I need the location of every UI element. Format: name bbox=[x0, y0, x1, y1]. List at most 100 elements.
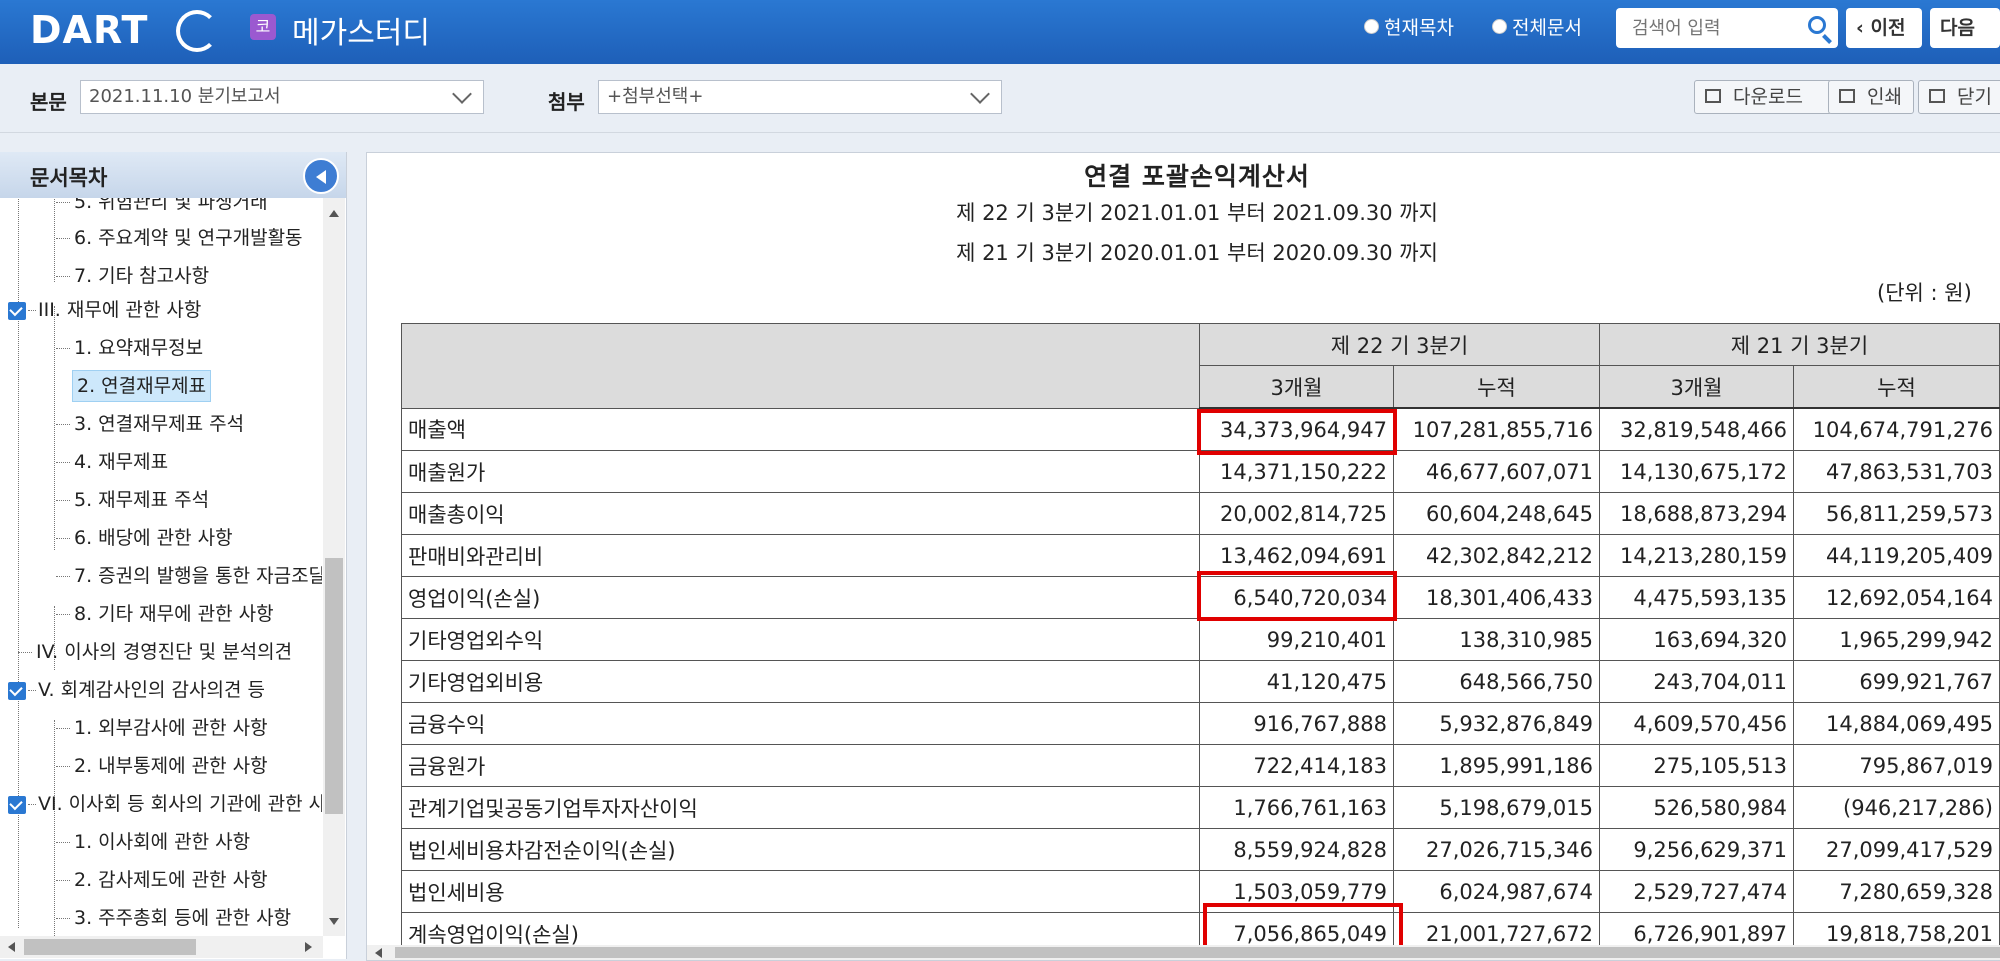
amount-cell: 9,256,629,371 bbox=[1599, 828, 1794, 871]
header-cum: 누적 bbox=[1793, 365, 2000, 409]
amount-cell: 4,609,570,456 bbox=[1599, 702, 1794, 745]
toc-item[interactable]: 6. 배당에 관한 사항 bbox=[56, 522, 233, 554]
toc-item[interactable]: 7. 기타 참고사항 bbox=[56, 260, 209, 292]
radio-all-docs[interactable]: 전체문서 bbox=[1492, 12, 1582, 40]
amount-cell: 916,767,888 bbox=[1199, 702, 1394, 745]
download-icon bbox=[1705, 89, 1721, 103]
scroll-thumb[interactable] bbox=[24, 939, 196, 955]
toc-section-v[interactable]: V. 회계감사인의 감사의견 등 bbox=[28, 674, 265, 706]
attach-select[interactable]: +첨부선택+ bbox=[598, 80, 1002, 114]
document-horizontal-scrollbar[interactable] bbox=[367, 945, 2000, 960]
next-button[interactable]: 다음 bbox=[1930, 8, 2000, 48]
toc-item[interactable]: 2. 감사제도에 관한 사항 bbox=[56, 864, 268, 896]
toc-item[interactable]: 6. 주요계약 및 연구개발활동 bbox=[56, 222, 303, 254]
toc-item[interactable]: 3. 주주총회 등에 관한 사항 bbox=[56, 902, 291, 934]
row-label: 매출총이익 bbox=[401, 492, 1200, 535]
amount-cell: 526,580,984 bbox=[1599, 786, 1794, 829]
radio-current-toc[interactable]: 현재목차 bbox=[1364, 12, 1454, 40]
amount-cell: 104,674,791,276 bbox=[1793, 407, 2000, 451]
toc-section-vi[interactable]: VI. 이사회 등 회사의 기관에 관한 사항 bbox=[28, 788, 322, 820]
amount-cell: 8,559,924,828 bbox=[1199, 828, 1394, 871]
printer-icon bbox=[1839, 89, 1855, 103]
logo-swirl-icon bbox=[176, 10, 218, 52]
tree-line bbox=[54, 306, 55, 550]
row-label: 판매비와관리비 bbox=[401, 534, 1200, 577]
highlight-box bbox=[1197, 409, 1397, 455]
scroll-down-icon[interactable] bbox=[329, 918, 339, 925]
prev-button[interactable]: ‹ 이전 bbox=[1846, 8, 1922, 48]
row-label: 법인세비용 bbox=[401, 870, 1200, 913]
amount-cell: 14,213,280,159 bbox=[1599, 534, 1794, 577]
scroll-right-icon[interactable] bbox=[305, 942, 312, 952]
row-label: 매출원가 bbox=[401, 450, 1200, 493]
toc-item[interactable]: 8. 기타 재무에 관한 사항 bbox=[56, 598, 274, 630]
scroll-thumb[interactable] bbox=[325, 558, 343, 814]
amount-cell: 42,302,842,212 bbox=[1393, 534, 1600, 577]
table-row: 기타영업외비용 41,120,475 648,566,750 243,704,011 6… bbox=[401, 660, 2000, 703]
scroll-left-icon[interactable] bbox=[8, 942, 15, 952]
document-viewer: 연결 포괄손익계산서 제 22 기 3분기 2021.01.01 부터 2021… bbox=[366, 152, 2000, 961]
amount-cell: 14,371,150,222 bbox=[1199, 450, 1394, 493]
period-current: 제 22 기 3분기 2021.01.01 부터 2021.09.30 까지 bbox=[956, 201, 1438, 225]
row-label: 기타영업외비용 bbox=[401, 660, 1200, 703]
toc-horizontal-scrollbar[interactable] bbox=[0, 936, 323, 958]
toc-item[interactable]: 1. 외부감사에 관한 사항 bbox=[56, 712, 268, 744]
amount-cell: 699,921,767 bbox=[1793, 660, 2000, 703]
tree-toggle-icon[interactable] bbox=[8, 796, 26, 814]
toc-item[interactable]: 3. 연결재무제표 주석 bbox=[56, 408, 244, 440]
toc-item[interactable]: 5. 위험관리 및 파생거래 bbox=[56, 198, 268, 218]
period-prior: 제 21 기 3분기 2020.01.01 부터 2020.09.30 까지 bbox=[956, 241, 1438, 265]
download-button[interactable]: 다운로드 bbox=[1694, 80, 1832, 114]
table-row: 매출원가 14,371,150,222 46,677,607,071 14,130,6… bbox=[401, 450, 2000, 493]
unit-label: (단위 : 원) bbox=[1877, 281, 1972, 305]
row-label: 금융수익 bbox=[401, 702, 1200, 745]
amount-cell: 60,604,248,645 bbox=[1393, 492, 1600, 535]
amount-cell: 99,210,401 bbox=[1199, 618, 1394, 661]
toc-item-selected[interactable]: 2. 연결재무제표 bbox=[72, 370, 212, 402]
amount-cell: 2,529,727,474 bbox=[1599, 870, 1794, 913]
toc-item[interactable]: 4. 재무제표 bbox=[56, 446, 168, 478]
toc-item[interactable]: 2. 내부통제에 관한 사항 bbox=[56, 750, 268, 782]
scroll-up-icon[interactable] bbox=[329, 210, 339, 217]
toc-section-iv[interactable]: IV. 이사의 경영진단 및 분석의견 bbox=[18, 636, 292, 668]
body-select[interactable]: 2021.11.10 분기보고서 bbox=[80, 80, 484, 114]
tree-toggle-icon[interactable] bbox=[8, 682, 26, 700]
table-row: 금융원가 722,414,183 1,895,991,186 275,105,513 7… bbox=[401, 744, 2000, 787]
radio-icon bbox=[1492, 18, 1507, 34]
dart-logo[interactable]: DART bbox=[30, 8, 218, 52]
scroll-left-icon[interactable] bbox=[375, 948, 382, 958]
header-3m: 3개월 bbox=[1199, 365, 1394, 409]
amount-cell: 138,310,985 bbox=[1393, 618, 1600, 661]
toc-vertical-scrollbar[interactable] bbox=[323, 198, 345, 936]
amount-cell: 14,884,069,495 bbox=[1793, 702, 2000, 745]
toc-item[interactable]: 1. 이사회에 관한 사항 bbox=[56, 826, 250, 858]
company-name: 메가스터디 bbox=[292, 16, 430, 51]
toc-item[interactable]: 5. 재무제표 주석 bbox=[56, 484, 209, 516]
toc-item[interactable]: 1. 요약재무정보 bbox=[56, 332, 203, 364]
close-label: 닫기 bbox=[1957, 86, 1992, 108]
toc-header: 문서목차 bbox=[0, 152, 346, 198]
amount-cell: 27,026,715,346 bbox=[1393, 828, 1600, 871]
close-button[interactable]: 닫기 bbox=[1918, 80, 2000, 114]
row-label: 매출액 bbox=[401, 407, 1200, 451]
scroll-thumb[interactable] bbox=[395, 947, 2000, 958]
amount-cell: 7,280,659,328 bbox=[1793, 870, 2000, 913]
toc-panel: 문서목차 5. 위험관리 및 파생거래 6. 주요계약 및 연구개발활동 7. … bbox=[0, 152, 347, 959]
amount-cell: 18,688,873,294 bbox=[1599, 492, 1794, 535]
amount-cell: 44,119,205,409 bbox=[1793, 534, 2000, 577]
collapse-panel-icon[interactable] bbox=[303, 158, 339, 194]
search-input[interactable] bbox=[1630, 16, 1794, 40]
header-group-prior: 제 21 기 3분기 bbox=[1599, 323, 2000, 366]
tree-toggle-icon[interactable] bbox=[8, 302, 26, 320]
top-bar: DART 코 메가스터디 현재목차 전체문서 ‹ 이전 다음 bbox=[0, 0, 2000, 64]
next-label: 다음 bbox=[1940, 17, 1975, 39]
table-row: 금융수익 916,767,888 5,932,876,849 4,609,570,45… bbox=[401, 702, 2000, 745]
toc-section-iii[interactable]: III. 재무에 관한 사항 bbox=[28, 294, 201, 326]
header-cum: 누적 bbox=[1393, 365, 1600, 409]
tree-line bbox=[54, 198, 55, 282]
print-button[interactable]: 인쇄 bbox=[1828, 80, 1914, 114]
search-icon[interactable] bbox=[1808, 16, 1826, 34]
amount-cell: 12,692,054,164 bbox=[1793, 576, 2000, 619]
toc-item[interactable]: 7. 증권의 발행을 통한 자금조달 bbox=[56, 560, 322, 592]
table-row: 법인세비용 1,503,059,779 6,024,987,674 2,529,727… bbox=[401, 870, 2000, 913]
